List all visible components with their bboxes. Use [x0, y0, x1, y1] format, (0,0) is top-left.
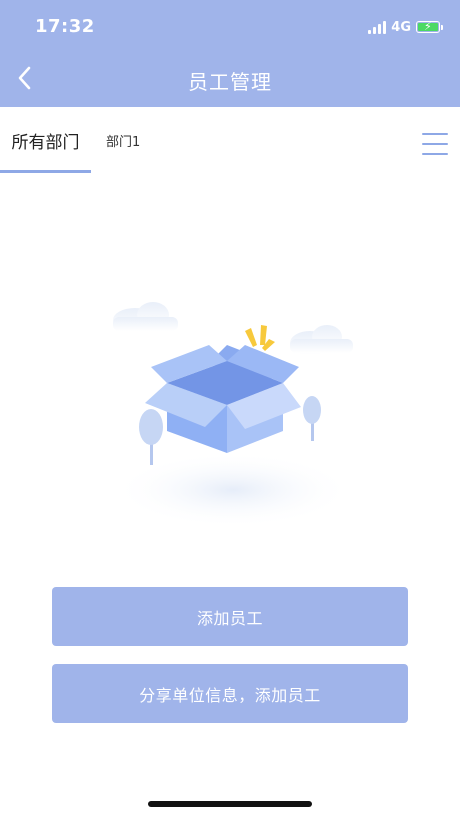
cloud-left: [113, 302, 178, 332]
status-time: 17:32: [35, 16, 95, 37]
status-indicators: 4G ⚡: [368, 19, 443, 35]
page-title: 员工管理: [188, 70, 272, 94]
box: [145, 345, 301, 453]
empty-box-illustration: [113, 302, 353, 528]
department-tabs: 所有部门 部门1: [0, 107, 460, 173]
tab-department-1[interactable]: 部门1: [106, 107, 140, 173]
battery-icon: ⚡: [416, 20, 443, 33]
tree-right: [303, 396, 321, 441]
home-indicator: [148, 801, 312, 807]
share-info-button[interactable]: 分享单位信息，添加员工: [52, 664, 408, 723]
menu-icon[interactable]: [422, 133, 448, 155]
active-tab-indicator: [0, 170, 91, 173]
tree-left: [139, 409, 163, 465]
tab-all-departments[interactable]: 所有部门: [0, 107, 91, 173]
tab-label: 所有部门: [11, 132, 80, 153]
network-type: 4G: [391, 19, 411, 35]
cloud-right: [290, 325, 353, 355]
tab-label: 部门1: [106, 134, 141, 150]
top-bar: 17:32 4G ⚡ 员工管理: [0, 0, 460, 107]
signal-icon: [368, 20, 387, 34]
add-employee-button[interactable]: 添加员工: [52, 587, 408, 646]
